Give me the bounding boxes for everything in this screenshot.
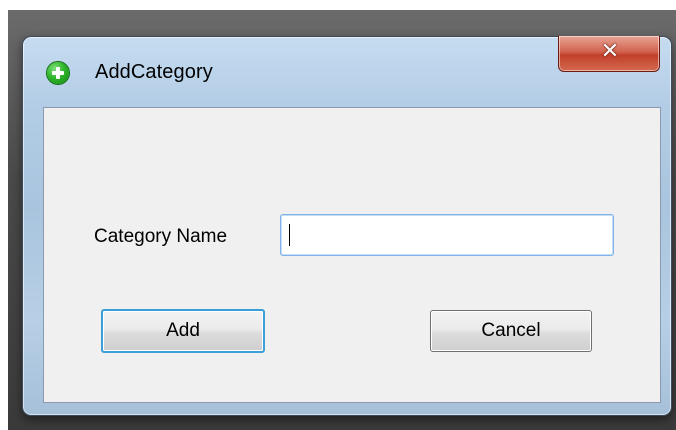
- text-caret: [289, 224, 290, 246]
- add-button[interactable]: Add: [101, 309, 265, 353]
- category-name-input[interactable]: [280, 214, 614, 256]
- add-circle-icon: [47, 62, 69, 84]
- close-button[interactable]: ✕: [558, 36, 660, 72]
- dialog-client-area: Category Name Add Cancel: [43, 107, 661, 403]
- window-title: AddCategory: [95, 61, 213, 83]
- close-icon: ✕: [600, 39, 620, 64]
- cancel-button[interactable]: Cancel: [430, 310, 592, 352]
- category-name-label: Category Name: [94, 226, 228, 247]
- add-category-dialog: AddCategory ✕ Category Name Add Cancel: [22, 36, 672, 416]
